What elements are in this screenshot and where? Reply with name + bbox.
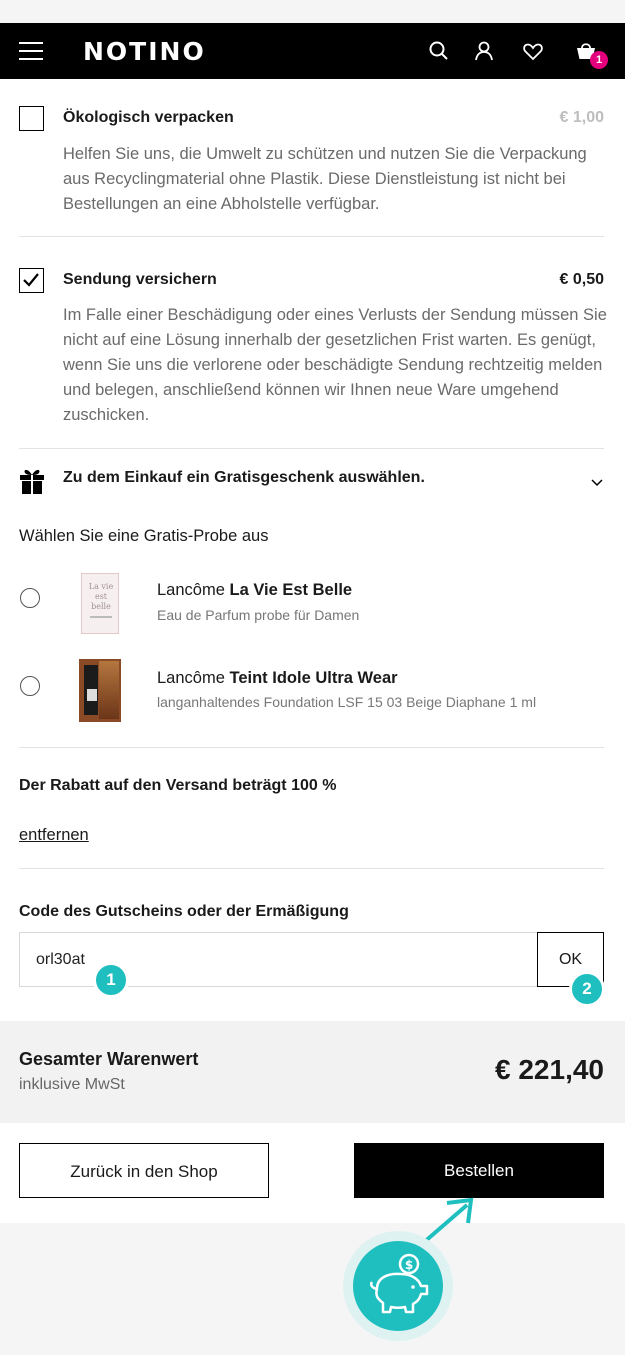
remove-discount-link[interactable]: entfernen	[19, 826, 89, 845]
sample-radio[interactable]	[20, 588, 40, 608]
top-strip	[0, 0, 625, 23]
voucher-label: Code des Gutscheins oder der Ermäßigung	[19, 903, 349, 920]
site-header: NOTINO 1	[0, 23, 625, 79]
piggy-bank-badge: $	[343, 1231, 453, 1341]
sample-name: Lancôme Teint Idole Ultra Wear	[157, 669, 398, 687]
site-logo[interactable]: NOTINO	[83, 37, 206, 66]
sample-name: Lancôme La Vie Est Belle	[157, 581, 353, 599]
svg-text:$: $	[405, 1258, 413, 1272]
divider	[19, 868, 604, 869]
sample-image: La vie est belle	[81, 573, 119, 634]
total-amount: € 221,40	[495, 1054, 604, 1085]
divider	[19, 448, 604, 449]
step-1-badge: 1	[93, 962, 129, 998]
divider	[19, 236, 604, 237]
shipping-discount-text: Der Rabatt auf den Versand beträgt 100 %	[19, 777, 337, 794]
chevron-down-icon[interactable]	[588, 473, 606, 491]
gift-title: Zu dem Einkauf ein Gratisgeschenk auswäh…	[63, 469, 425, 486]
order-summary: Gesamter Warenwert inklusive MwSt € 221,…	[0, 1021, 625, 1123]
insurance-description: Im Falle einer Beschädigung oder eines V…	[63, 306, 607, 424]
insurance-checkbox[interactable]	[19, 268, 44, 293]
divider	[19, 747, 604, 748]
eco-packaging-description: Helfen Sie uns, die Umwelt zu schützen u…	[63, 145, 587, 213]
sample-radio[interactable]	[20, 676, 40, 696]
piggy-bank-icon: $	[369, 1253, 429, 1314]
insurance-price: € 0,50	[559, 271, 604, 288]
summary-subtitle: inklusive MwSt	[19, 1076, 125, 1093]
search-icon[interactable]	[427, 39, 451, 63]
order-button[interactable]: Bestellen	[354, 1143, 604, 1198]
sample-image	[79, 659, 121, 722]
checkmark-icon	[23, 273, 39, 287]
eco-packaging-price: € 1,00	[559, 109, 604, 126]
checkout-panel: Ökologisch verpacken € 1,00 Helfen Sie u…	[0, 79, 625, 1223]
menu-icon[interactable]	[19, 42, 43, 60]
sample-heading: Wählen Sie eine Gratis-Probe aus	[19, 527, 269, 545]
sample-subtitle: Eau de Parfum probe für Damen	[157, 607, 360, 623]
back-to-shop-button[interactable]: Zurück in den Shop	[19, 1143, 269, 1198]
summary-title: Gesamter Warenwert	[19, 1049, 199, 1069]
eco-packaging-title: Ökologisch verpacken	[63, 109, 234, 126]
gift-icon	[19, 465, 45, 495]
step-2-badge: 2	[569, 971, 605, 1007]
eco-packaging-checkbox[interactable]	[19, 106, 44, 131]
sample-subtitle: langanhaltendes Foundation LSF 15 03 Bei…	[157, 694, 537, 710]
insurance-title: Sendung versichern	[63, 271, 217, 288]
user-icon[interactable]	[472, 39, 496, 63]
sample-image-label: La vie est belle	[88, 582, 114, 611]
cart-count-badge: 1	[590, 51, 608, 69]
heart-icon[interactable]	[521, 39, 545, 63]
